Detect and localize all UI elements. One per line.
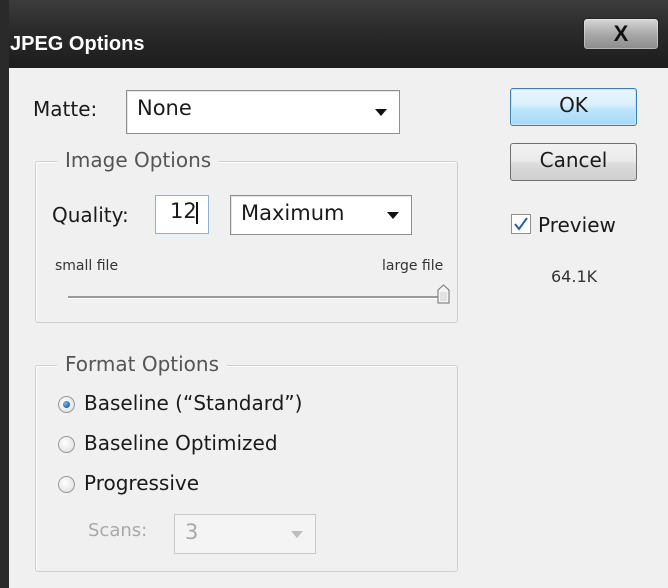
cancel-button[interactable]: Cancel — [510, 143, 637, 181]
jpeg-options-dialog: JPEG Options X Matte: None Image Options… — [0, 0, 668, 588]
scans-label: Scans: — [88, 520, 148, 541]
matte-select-value: None — [137, 96, 192, 120]
ok-button-label: OK — [559, 93, 588, 117]
close-icon: X — [613, 21, 629, 46]
format-options-legend: Format Options — [57, 352, 228, 376]
checkmark-icon — [514, 217, 528, 231]
radio-baseline-optimized-label: Baseline Optimized — [84, 431, 278, 455]
preview-label: Preview — [538, 213, 616, 237]
radio-progressive[interactable] — [58, 476, 75, 493]
scans-select-value: 3 — [185, 520, 199, 544]
preview-checkbox[interactable] — [511, 214, 531, 234]
quality-preset-value: Maximum — [241, 201, 345, 225]
close-button[interactable]: X — [583, 18, 659, 50]
title-bar[interactable]: JPEG Options X — [0, 0, 668, 68]
quality-input[interactable]: 12 — [155, 195, 209, 234]
matte-label: Matte: — [33, 97, 98, 121]
matte-select[interactable]: None — [126, 90, 400, 134]
file-size-readout: 64.1K — [551, 267, 598, 286]
large-file-label: large file — [382, 258, 444, 274]
small-file-label: small file — [55, 258, 119, 274]
radio-baseline-standard[interactable] — [58, 396, 75, 413]
radio-baseline-optimized[interactable] — [58, 436, 75, 453]
radio-baseline-standard-label: Baseline (“Standard”) — [84, 391, 303, 415]
chevron-down-icon — [375, 109, 387, 116]
chevron-down-icon — [387, 212, 399, 219]
quality-label: Quality: — [52, 203, 129, 227]
quality-input-value: 12 — [170, 199, 197, 223]
scans-select[interactable]: 3 — [174, 514, 316, 554]
cancel-button-label: Cancel — [539, 148, 608, 172]
text-caret — [196, 202, 198, 224]
quality-slider-thumb[interactable] — [437, 284, 450, 304]
radio-progressive-label: Progressive — [84, 471, 200, 495]
window-title: JPEG Options — [10, 33, 145, 55]
quality-slider-track[interactable] — [68, 296, 446, 299]
quality-preset-select[interactable]: Maximum — [230, 195, 412, 235]
window-left-border — [0, 0, 9, 588]
image-options-legend: Image Options — [57, 148, 220, 172]
chevron-down-icon — [291, 531, 303, 538]
ok-button[interactable]: OK — [510, 88, 637, 126]
